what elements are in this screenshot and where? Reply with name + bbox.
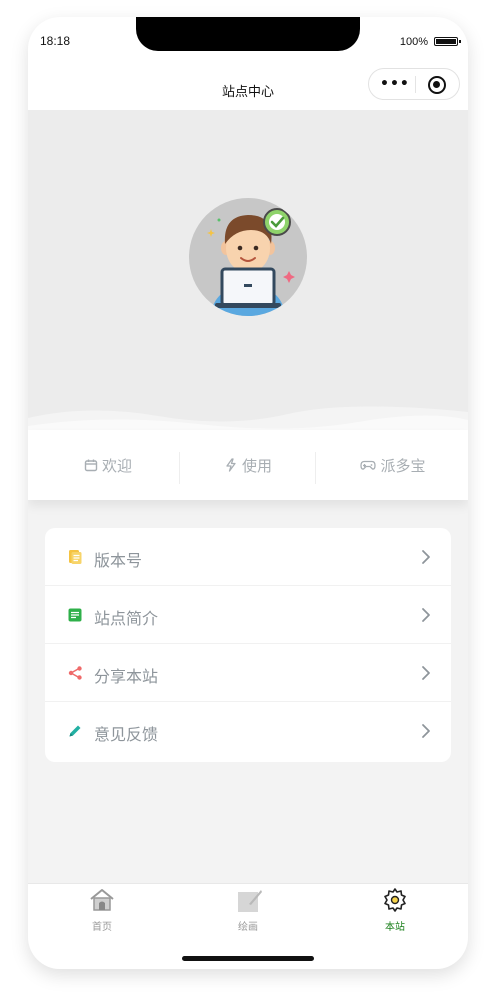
chevron-right-icon	[422, 666, 430, 680]
tabbar-item-home[interactable]: 首页	[72, 888, 132, 933]
profile-header	[28, 110, 468, 440]
menu-item-label: 站点简介	[94, 609, 159, 628]
quick-tabs: 欢迎 使用 派多宝	[28, 430, 468, 500]
drawing-icon	[238, 890, 262, 912]
tabbar-item-drawing[interactable]: 绘画	[218, 888, 278, 933]
gamepad-icon	[360, 458, 377, 472]
home-indicator[interactable]	[182, 956, 314, 961]
chevron-right-icon	[422, 724, 430, 738]
battery-icon	[434, 37, 461, 46]
house-icon	[90, 889, 114, 911]
navigation-bar: 站点中心 •••	[28, 67, 468, 110]
tab-paiduobao[interactable]: 派多宝	[323, 430, 463, 500]
chevron-right-icon	[422, 550, 430, 564]
tab-paiduobao-label: 派多宝	[380, 456, 426, 475]
phone-screen: 18:18 100% 站点中心 ••• 欢迎 使用 派多宝 版本号 站点简介 分…	[28, 17, 468, 969]
calendar-icon	[84, 458, 98, 472]
avatar[interactable]	[189, 198, 307, 316]
menu-item-feedback[interactable]: 意见反馈	[45, 702, 451, 760]
document-icon	[69, 550, 82, 564]
menu-item-label: 分享本站	[94, 667, 159, 686]
menu-item-label: 版本号	[94, 551, 143, 570]
tabbar-item-site[interactable]: 本站	[365, 888, 425, 933]
pencil-icon	[69, 725, 81, 737]
tab-welcome-label: 欢迎	[101, 456, 132, 475]
gear-icon	[384, 888, 406, 912]
more-menu-icon[interactable]: •••	[380, 76, 410, 92]
miniprogram-capsule: •••	[368, 68, 460, 100]
chevron-right-icon	[422, 608, 430, 622]
capsule-divider	[415, 76, 416, 93]
tabbar-label: 首页	[92, 922, 112, 933]
tab-usage[interactable]: 使用	[178, 430, 318, 500]
avatar-illustration	[207, 208, 295, 316]
menu-item-site-intro[interactable]: 站点简介	[45, 586, 451, 644]
menu-item-version[interactable]: 版本号	[45, 528, 451, 586]
tabbar-label: 本站	[385, 922, 405, 933]
share-icon	[68, 666, 82, 680]
tabbar-label: 绘画	[238, 922, 258, 933]
status-time: 18:18	[40, 34, 71, 48]
lightning-icon	[224, 458, 238, 472]
notch	[136, 17, 360, 51]
close-miniprogram-icon[interactable]	[428, 76, 446, 94]
tab-welcome[interactable]: 欢迎	[38, 430, 178, 500]
tab-divider	[315, 452, 316, 484]
battery-percentage: 100%	[399, 36, 428, 48]
tab-usage-label: 使用	[241, 456, 272, 475]
status-bar: 18:18 100%	[28, 17, 468, 67]
bottom-tab-bar: 首页 绘画 本站	[28, 883, 468, 969]
menu-item-label: 意见反馈	[94, 725, 159, 744]
profile-card-icon	[68, 608, 82, 622]
settings-menu: 版本号 站点简介 分享本站 意见反馈	[45, 528, 451, 762]
menu-item-share[interactable]: 分享本站	[45, 644, 451, 702]
